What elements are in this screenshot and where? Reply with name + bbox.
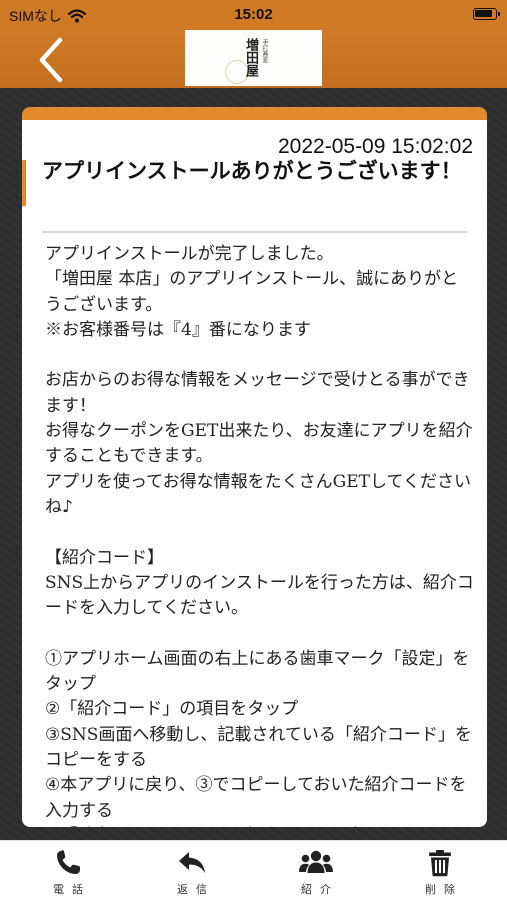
battery-icon [473,8,500,20]
users-icon [253,849,379,877]
status-bar: SIMなし 15:02 [0,0,507,30]
trash-icon [377,849,503,877]
tab-delete-label: 削除 [425,883,463,896]
logo-main-text: 増田屋 [243,38,258,77]
message-title: アプリインストールありがとうございます！ [42,159,462,183]
chevron-left-icon [39,37,63,83]
back-button[interactable] [30,36,74,84]
tab-reply[interactable]: 返信 [129,841,255,901]
shop-logo: 増田屋 手打蕎麦 [185,30,322,86]
tab-phone[interactable]: 電話 [5,841,131,901]
tab-delete[interactable]: 削除 [377,841,503,901]
nav-bar: 増田屋 手打蕎麦 [0,30,507,88]
tab-phone-label: 電話 [53,883,91,896]
phone-icon [5,849,131,877]
title-accent-bar [22,160,26,206]
tab-reply-label: 返信 [177,883,215,896]
tab-bar: 電話 返信 紹介 削除 [0,840,507,901]
reply-icon [129,849,255,877]
tab-referral[interactable]: 紹介 [253,841,379,901]
message-body: アプリインストールが完了しました。 「増田屋 本店」のアプリインストール、誠にあ… [45,244,474,827]
logo-sub-text: 手打蕎麦 [261,39,268,63]
status-time: 15:02 [234,6,273,23]
divider [42,231,467,233]
message-card: 2022-05-09 15:02:02 アプリインストールありがとうございます！… [22,107,487,827]
tab-referral-label: 紹介 [301,883,339,896]
